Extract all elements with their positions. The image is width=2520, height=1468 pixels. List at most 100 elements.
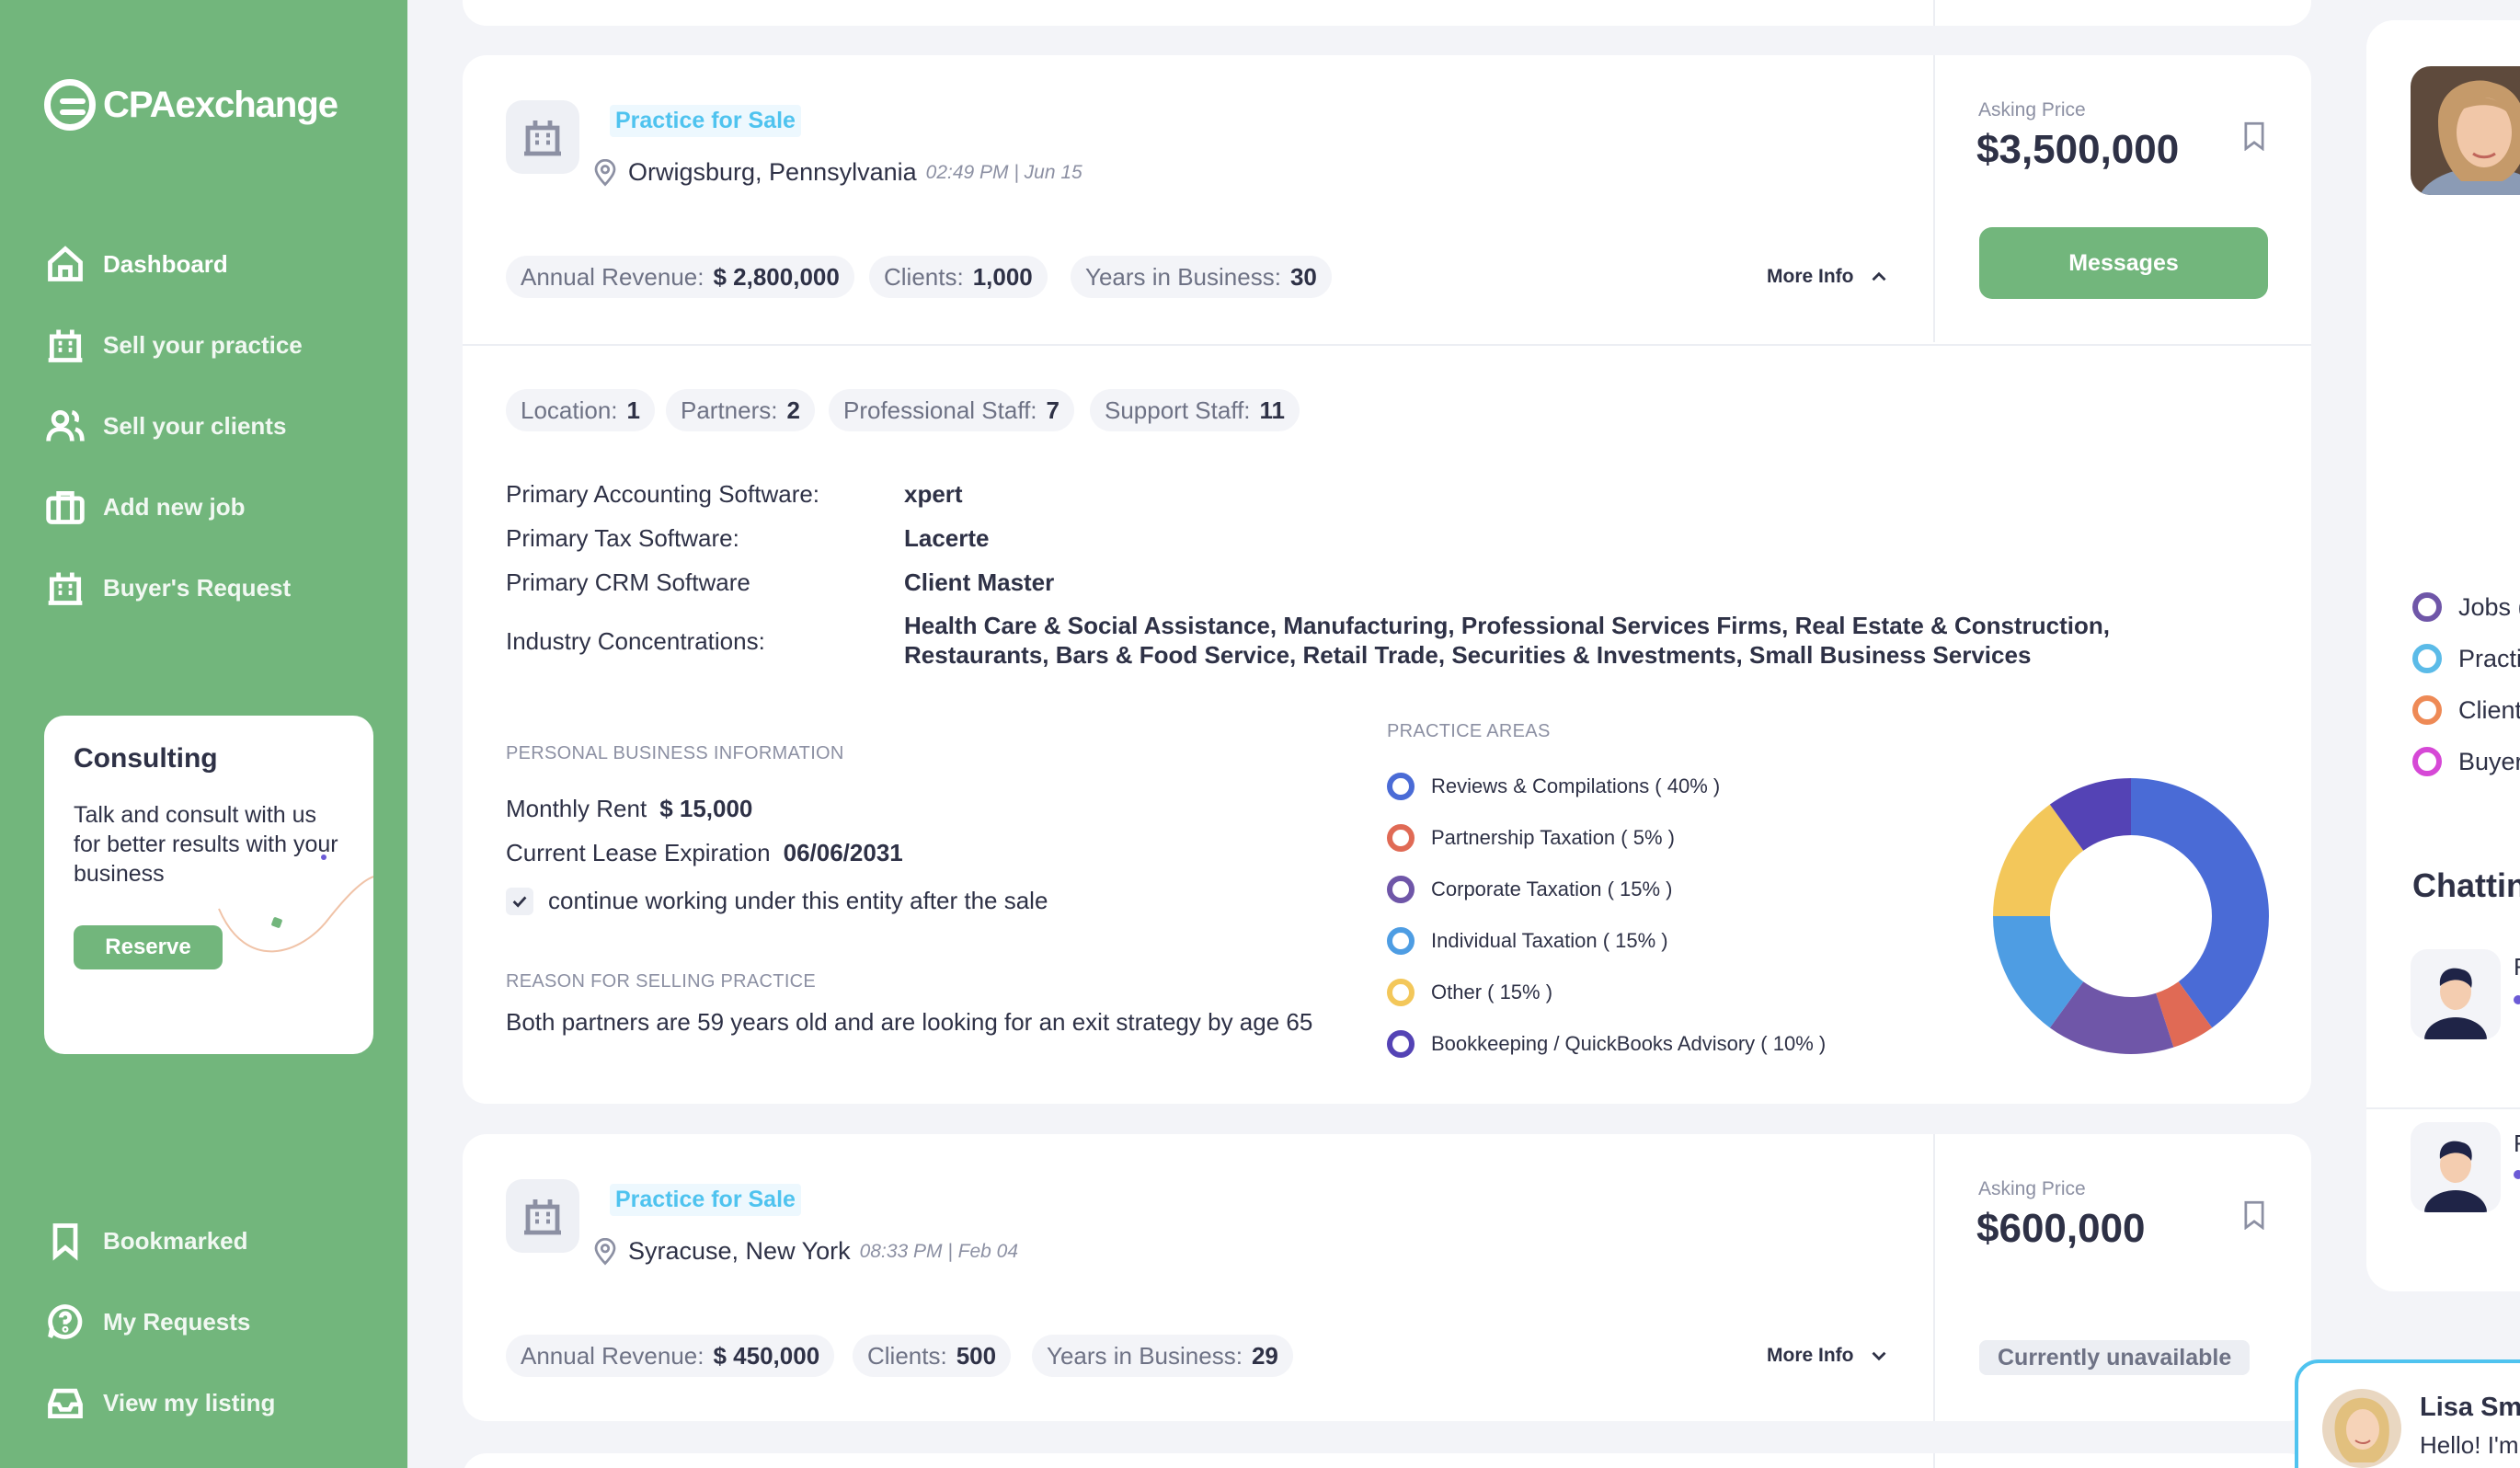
software-value: Client Master bbox=[904, 568, 1055, 596]
listing-location: Syracuse, New York 08:33 PM | Feb 04 bbox=[591, 1237, 1018, 1266]
bookmark-icon[interactable] bbox=[2241, 1200, 2267, 1231]
stat-years: Years in Business: 30 bbox=[1071, 256, 1332, 298]
sidebar-item-label: Bookmarked bbox=[103, 1226, 248, 1255]
reserve-button[interactable]: Reserve bbox=[74, 925, 223, 969]
chevron-up-icon bbox=[1872, 271, 1885, 281]
bookmark-icon bbox=[44, 1220, 86, 1262]
legend-label: Jobs ( bbox=[2458, 592, 2520, 621]
count-partners: Partners: 2 bbox=[666, 389, 815, 431]
legend-dot bbox=[2412, 747, 2442, 776]
stat-clients: Clients: 500 bbox=[853, 1335, 1012, 1377]
stat-annual-revenue: Annual Revenue: $ 450,000 bbox=[506, 1335, 835, 1377]
sidebar-item-bookmarked[interactable]: Bookmarked bbox=[44, 1220, 248, 1262]
software-label: Primary Accounting Software: bbox=[506, 480, 820, 508]
location-text: Orwigsburg, Pennsylvania bbox=[628, 158, 917, 186]
listing-timestamp: 08:33 PM | Feb 04 bbox=[859, 1240, 1019, 1262]
legend-dot bbox=[2412, 592, 2442, 622]
legend-label: Practi bbox=[2458, 644, 2520, 672]
chat-avatar[interactable] bbox=[2411, 949, 2501, 1039]
sidebar-item-my-requests[interactable]: My Requests bbox=[44, 1301, 250, 1343]
legend-label: Corporate Taxation ( 15% ) bbox=[1431, 877, 1673, 900]
listing-card-next bbox=[463, 1453, 2311, 1468]
building-icon bbox=[506, 1179, 579, 1253]
sidebar-item-buyers-request[interactable]: Buyer's Request bbox=[44, 567, 291, 609]
count-location: Location: 1 bbox=[506, 389, 655, 431]
sidebar-item-label: Add new job bbox=[103, 492, 246, 521]
asking-price: $600,000 bbox=[1976, 1206, 2146, 1251]
stat-value: 1,000 bbox=[972, 262, 1033, 291]
messages-button[interactable]: Messages bbox=[1979, 227, 2268, 299]
logo-icon bbox=[44, 79, 96, 131]
count-value: 1 bbox=[626, 396, 640, 424]
building-icon bbox=[506, 100, 579, 174]
reason-text: Both partners are 59 years old and are l… bbox=[506, 1008, 1313, 1036]
reason-title: REASON FOR SELLING PRACTICE bbox=[506, 971, 817, 992]
software-value: Lacerte bbox=[904, 524, 990, 552]
sidebar-item-sell-clients[interactable]: Sell your clients bbox=[44, 405, 286, 447]
asking-price-label: Asking Price bbox=[1978, 1178, 2086, 1199]
count-label: Partners: bbox=[681, 396, 778, 424]
divider bbox=[2366, 1107, 2520, 1109]
bookmark-icon[interactable] bbox=[2241, 121, 2267, 152]
more-info-label: More Info bbox=[1767, 266, 1854, 287]
legend-dot bbox=[2412, 695, 2442, 725]
right-panel: Jobs ( Practi Client Buyer' Chattin F F bbox=[2366, 20, 2520, 1291]
stat-value: 29 bbox=[1251, 1341, 1278, 1370]
practice-areas-donut-chart bbox=[1993, 778, 2269, 1054]
legend-item: Corporate Taxation ( 15% ) bbox=[1387, 876, 1673, 903]
legend-dot bbox=[1387, 1030, 1415, 1058]
unread-dot bbox=[2514, 995, 2520, 1004]
listing-card: Practice for Sale Orwigsburg, Pennsylvan… bbox=[463, 55, 2311, 1104]
legend-dot bbox=[1387, 876, 1415, 903]
legend-dot bbox=[1387, 824, 1415, 852]
unread-dot bbox=[2514, 1170, 2520, 1179]
asking-price-label: Asking Price bbox=[1978, 99, 2086, 120]
check-icon[interactable] bbox=[506, 887, 533, 915]
more-info-label: More Info bbox=[1767, 1345, 1854, 1366]
count-value: 11 bbox=[1259, 396, 1286, 424]
chat-popup[interactable]: Lisa Smi Hello! I'm bbox=[2295, 1359, 2520, 1468]
brand-name: CPAexchange bbox=[103, 84, 338, 125]
decorative-curve-icon bbox=[218, 854, 373, 953]
location-pin-icon bbox=[594, 1237, 616, 1265]
lease-expiration: Current Lease Expiration 06/06/2031 bbox=[506, 839, 903, 867]
sidebar-item-add-job[interactable]: Add new job bbox=[44, 486, 246, 528]
listing-card-previous bbox=[463, 0, 2311, 26]
location-text: Syracuse, New York bbox=[628, 1237, 851, 1265]
chat-popup-message: Hello! I'm bbox=[2420, 1431, 2519, 1459]
chevron-down-icon bbox=[1872, 1351, 1885, 1361]
briefcase-icon bbox=[44, 486, 86, 528]
legend-item: Individual Taxation ( 15% ) bbox=[1387, 927, 1668, 955]
activity-legend-item: Buyer' bbox=[2412, 747, 2520, 776]
more-info-toggle[interactable]: More Info bbox=[1767, 1344, 1891, 1368]
monthly-rent: Monthly Rent $ 15,000 bbox=[506, 795, 752, 823]
chat-popup-avatar bbox=[2322, 1389, 2401, 1468]
sidebar-item-sell-practice[interactable]: Sell your practice bbox=[44, 324, 303, 366]
chat-avatar[interactable] bbox=[2411, 1122, 2501, 1212]
count-value: 2 bbox=[786, 396, 800, 424]
user-avatar[interactable] bbox=[2411, 66, 2520, 195]
activity-legend-item: Jobs ( bbox=[2412, 592, 2520, 622]
stat-label: Years in Business: bbox=[1047, 1341, 1243, 1370]
legend-label: Partnership Taxation ( 5% ) bbox=[1431, 826, 1675, 849]
sidebar-item-dashboard[interactable]: Dashboard bbox=[44, 243, 228, 285]
legend-item: Partnership Taxation ( 5% ) bbox=[1387, 824, 1675, 852]
count-professional-staff: Professional Staff: 7 bbox=[829, 389, 1074, 431]
sidebar-item-label: View my listing bbox=[103, 1388, 276, 1416]
sidebar-item-view-listing[interactable]: View my listing bbox=[44, 1382, 275, 1424]
monthly-rent-label: Monthly Rent bbox=[506, 795, 647, 822]
more-info-toggle[interactable]: More Info bbox=[1767, 265, 1891, 289]
industry-value: Health Care & Social Assistance, Manufac… bbox=[904, 612, 2110, 669]
stat-value: $ 2,800,000 bbox=[713, 262, 840, 291]
stat-years: Years in Business: 29 bbox=[1032, 1335, 1293, 1377]
legend-item: Reviews & Compilations ( 40% ) bbox=[1387, 773, 1720, 800]
brand-logo[interactable]: CPAexchange bbox=[44, 79, 338, 131]
legend-label: Individual Taxation ( 15% ) bbox=[1431, 929, 1668, 952]
stat-label: Years in Business: bbox=[1085, 262, 1281, 291]
continue-working-checkbox-row[interactable]: continue working under this entity after… bbox=[506, 887, 1048, 915]
count-support-staff: Support Staff: 11 bbox=[1090, 389, 1300, 431]
stat-value: 500 bbox=[956, 1341, 997, 1370]
stat-value: 30 bbox=[1289, 262, 1317, 291]
software-label: Primary CRM Software bbox=[506, 568, 750, 596]
listing-tag: Practice for Sale bbox=[610, 1184, 801, 1216]
